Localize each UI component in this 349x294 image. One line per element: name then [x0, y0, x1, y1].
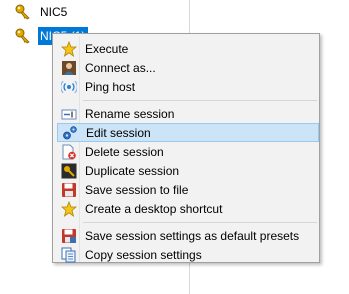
- menu-item-label: Save session to file: [85, 182, 189, 197]
- key-icon: [15, 28, 30, 44]
- menu-item-create-desktop-shortcut[interactable]: Create a desktop shortcut: [57, 199, 319, 218]
- save-red-icon: [62, 228, 76, 243]
- rename-icon: [61, 109, 77, 119]
- menu-item-label: Connect as...: [85, 60, 156, 75]
- user-icon: [62, 60, 76, 75]
- menu-item-save-default-presets[interactable]: Save session settings as default presets: [57, 226, 319, 245]
- menu-item-rename-session[interactable]: Rename session: [57, 104, 319, 123]
- ping-icon: [61, 80, 77, 93]
- gears-icon: [63, 125, 77, 139]
- menu-item-save-session-to-file[interactable]: Save session to file: [57, 180, 319, 199]
- key-icon: [61, 163, 77, 178]
- star-icon: [61, 200, 77, 217]
- session-item-nic5[interactable]: NIC5: [14, 3, 70, 21]
- menu-item-label: Copy session settings: [85, 247, 202, 262]
- menu-item-label: Rename session: [85, 106, 175, 121]
- menu-separator: [83, 222, 317, 223]
- key-icon: [15, 4, 30, 20]
- delete-icon: [62, 144, 76, 159]
- menu-item-label: Ping host: [85, 79, 136, 94]
- menu-item-duplicate-session[interactable]: Duplicate session: [57, 161, 319, 180]
- menu-item-label: Create a desktop shortcut: [85, 201, 223, 216]
- save-icon: [62, 182, 76, 197]
- menu-item-delete-session[interactable]: Delete session: [57, 142, 319, 161]
- menu-item-copy-session-settings[interactable]: Copy session settings: [57, 245, 319, 264]
- menu-item-label: Delete session: [85, 144, 164, 159]
- session-label: NIC5: [40, 5, 68, 19]
- menu-item-execute[interactable]: Execute: [57, 39, 319, 58]
- menu-item-label: Execute: [85, 41, 129, 56]
- menu-separator: [83, 100, 317, 101]
- menu-item-label: Duplicate session: [85, 163, 180, 178]
- star-icon: [61, 40, 77, 57]
- menu-item-label: Save session settings as default presets: [85, 228, 300, 243]
- menu-item-connect-as[interactable]: Connect as...: [57, 58, 319, 77]
- context-menu: Execute Connect as... Ping host Rename s…: [52, 33, 320, 263]
- menu-item-label: Edit session: [86, 125, 151, 140]
- menu-item-ping-host[interactable]: Ping host: [57, 77, 319, 96]
- copy-icon: [61, 247, 76, 262]
- menu-item-edit-session[interactable]: Edit session: [57, 123, 319, 142]
